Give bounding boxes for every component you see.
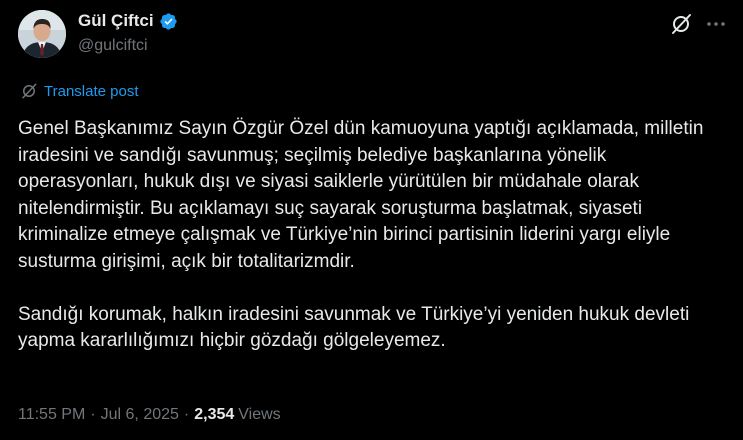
- post-text: Genel Başkanımız Sayın Özgür Özel dün ka…: [18, 116, 730, 355]
- grok-button[interactable]: [669, 12, 693, 36]
- verified-badge-icon[interactable]: [159, 12, 178, 31]
- meta-separator: ·: [183, 406, 190, 423]
- post-paragraph: Genel Başkanımız Sayın Özgür Özel dün ka…: [18, 118, 709, 272]
- translate-post-link[interactable]: Translate post: [20, 82, 139, 100]
- author-name-row: Gül Çiftci: [78, 11, 178, 31]
- translate-icon: [22, 83, 37, 99]
- avatar-photo: [18, 10, 66, 58]
- views-label: Views: [238, 406, 281, 423]
- post-meta: 11:55 PM · Jul 6, 2025 · 2,354 Views: [18, 406, 281, 424]
- author-display-name[interactable]: Gül Çiftci: [78, 11, 154, 31]
- grok-icon: [672, 14, 691, 34]
- avatar[interactable]: [18, 10, 66, 58]
- post-paragraph: Sandığı korumak, halkın iradesini savunm…: [18, 303, 695, 352]
- post: Gül Çiftci @gulciftci Translate post Gen…: [0, 0, 743, 440]
- translate-post-label[interactable]: Translate post: [44, 83, 139, 100]
- views-count[interactable]: 2,354: [194, 406, 234, 424]
- more-icon: [707, 22, 725, 26]
- post-time[interactable]: 11:55 PM: [18, 406, 85, 424]
- post-date[interactable]: Jul 6, 2025: [101, 406, 179, 424]
- author-handle[interactable]: @gulciftci: [78, 37, 148, 55]
- more-options-button[interactable]: [704, 12, 728, 36]
- meta-separator: ·: [90, 406, 96, 423]
